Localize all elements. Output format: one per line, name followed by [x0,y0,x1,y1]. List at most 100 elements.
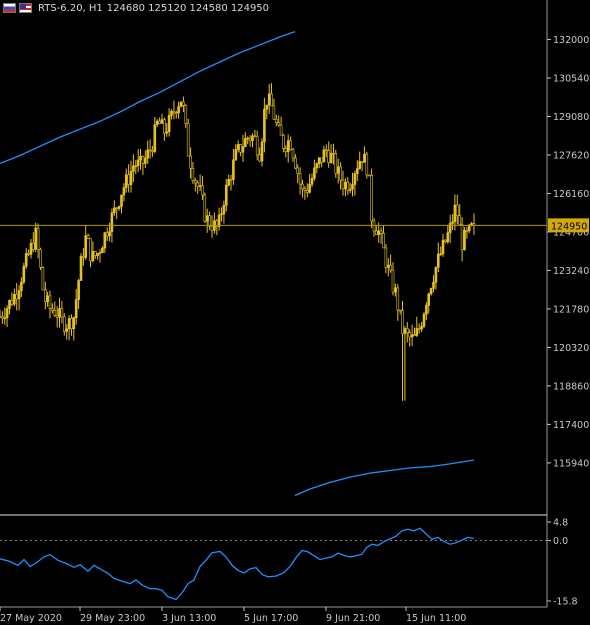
candle-body [141,156,145,164]
candle-body [86,235,90,239]
candle-body [460,224,464,251]
candle-body [327,150,331,163]
chart-canvas[interactable]: 4.8 0.0 -15.8 132000 130540 129080 127620 1261… [0,0,590,625]
indicator-tick-label: 4.8 [553,518,568,529]
price-tick-label: 121780 [553,304,589,315]
candle-body [24,253,28,267]
candle-body [277,122,281,126]
candle-body [420,325,423,330]
candle-body [36,227,40,250]
envelope-lower-line [294,459,475,497]
candle-body [465,230,469,232]
candle-body [322,149,326,163]
candle-body [332,152,335,155]
candle-body [291,149,295,159]
candle-body [341,179,345,190]
candle-body [155,120,159,125]
candle-body [451,221,454,224]
candle-body [355,168,359,174]
candle-body [317,157,321,164]
candle-body [134,165,138,168]
candle-body [313,167,316,179]
price-pane [0,30,547,497]
indicator-tick-label: -15.8 [553,597,578,608]
candle-body [67,318,71,330]
candle-body [272,105,276,120]
price-tick-label: 117400 [553,420,589,431]
symbol-label: RTS-6.20, H1 [38,2,103,14]
candle-body [46,295,49,302]
candle-body [98,252,102,254]
candle-body [365,153,369,176]
candle-body [422,313,426,327]
time-tick-label: 5 Jun 17:00 [244,613,298,624]
time-tick-label: 29 May 23:00 [80,613,145,624]
candle-body [286,140,290,152]
candle-body [417,328,421,330]
candle-body [374,230,378,235]
candle-body [372,220,376,232]
candle-body [62,316,66,332]
chart-window[interactable]: 4.8 0.0 -15.8 132000 130540 129080 127620 1261… [0,0,590,625]
candle-body [429,288,433,295]
candle-body [120,194,123,207]
candle-body [458,215,462,225]
candle-body [29,242,33,255]
candle-body [91,251,95,262]
candle-body [115,207,118,210]
candle-body [101,247,104,254]
candle-body [113,207,116,213]
candle-body [220,213,223,216]
ohlc-values: 124680 125120 124580 124950 [106,2,270,14]
candle-body [363,153,366,163]
candle-body [148,149,152,152]
candle-body [172,110,176,113]
candle-body [127,174,130,185]
candle-body [139,156,142,161]
candle-body [96,253,99,256]
candle-body [53,310,57,316]
price-tick-label: 123240 [553,266,589,277]
price-tick-label: 126160 [553,189,589,200]
candle-body [351,184,354,190]
candle-body [379,230,383,234]
candle-body [334,153,338,174]
candle-body [324,149,328,151]
candle-body [436,253,440,268]
price-tick-label: 120320 [553,343,589,354]
candle-body [191,168,195,181]
candle-body [201,185,204,196]
candle-body [394,287,397,293]
time-tick-label: 3 Jun 13:00 [162,613,216,624]
candle-body [289,140,292,150]
candle-body [410,334,414,338]
candle-body [255,136,259,156]
candle-body [72,317,76,330]
candle-body [165,131,168,134]
candle-body [367,174,371,177]
candle-body [270,93,273,107]
candle-body [158,120,161,124]
candle-body [84,235,87,258]
candle-body [241,146,245,153]
candle-body [260,141,264,162]
candle-body [248,137,252,141]
candle-body [294,157,297,169]
price-tick-label: 129080 [553,112,589,123]
candle-body [186,123,190,157]
candle-body [391,269,395,293]
candle-body [301,183,304,190]
candle-body [17,290,21,300]
candle-body [274,118,278,123]
candle-body [303,188,307,191]
candle-body [434,266,438,283]
candle-body [396,287,400,311]
candle-body [15,293,18,300]
candle-body [244,138,247,147]
candle-body [108,231,111,237]
candle-body [177,106,180,114]
candle-body [70,318,73,329]
candle-body [386,264,390,268]
candle-body [348,188,352,191]
price-tick-label: 130540 [553,74,589,85]
